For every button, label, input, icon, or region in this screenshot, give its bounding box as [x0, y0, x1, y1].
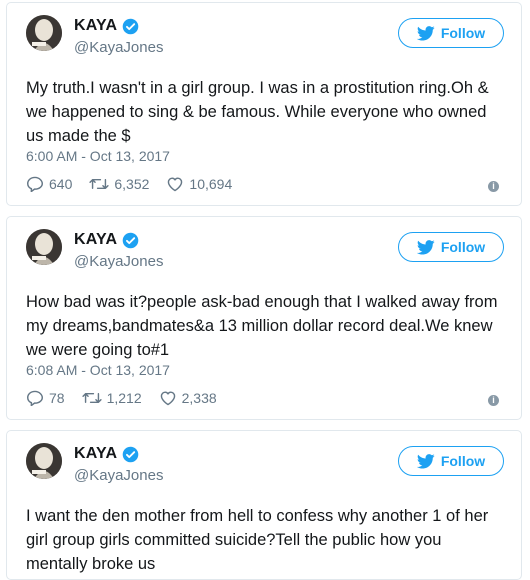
avatar[interactable]	[26, 443, 62, 479]
retweet-count: 6,352	[114, 176, 150, 192]
verified-badge-icon	[122, 232, 139, 248]
follow-label: Follow	[440, 25, 486, 41]
avatar-image	[26, 443, 62, 479]
user-handle[interactable]: @KayaJones	[74, 39, 163, 56]
like-action[interactable]: 2,338	[159, 390, 217, 406]
avatar-image	[26, 15, 62, 51]
avatar-image	[26, 229, 62, 265]
info-icon[interactable]: i	[488, 395, 499, 406]
twitter-bird-icon	[416, 25, 435, 41]
reply-action[interactable]: 78	[26, 390, 65, 406]
display-name[interactable]: KAYA	[74, 17, 117, 35]
retweet-icon	[81, 393, 102, 403]
reply-count: 640	[49, 176, 73, 192]
reply-count: 78	[49, 390, 65, 406]
reply-action[interactable]: 640	[26, 176, 72, 192]
follow-button[interactable]: Follow	[398, 18, 504, 48]
follow-label: Follow	[440, 453, 486, 469]
retweet-action[interactable]: 6,352	[89, 176, 149, 192]
like-count: 10,694	[189, 176, 233, 192]
tweet-text: I want the den mother from hell to confe…	[26, 507, 489, 573]
display-name[interactable]: KAYA	[74, 445, 117, 463]
retweet-icon	[89, 179, 110, 190]
avatar[interactable]	[26, 229, 62, 265]
heart-icon	[160, 391, 175, 406]
retweet-count: 1,212	[106, 390, 142, 406]
timestamp[interactable]: 6:00 AM - Oct 13, 2017	[26, 148, 170, 164]
avatar[interactable]	[26, 15, 62, 51]
twitter-bird-icon	[416, 239, 435, 255]
tweet-text: How bad was it?people ask-bad enough tha…	[26, 293, 498, 359]
user-handle[interactable]: @KayaJones	[74, 467, 163, 484]
tweet-card-2: KAYA @KayaJones Follow How bad was it?pe…	[6, 216, 522, 420]
twitter-bird-icon	[416, 453, 435, 469]
follow-label: Follow	[440, 239, 486, 255]
timestamp[interactable]: 6:08 AM - Oct 13, 2017	[26, 362, 170, 378]
user-handle[interactable]: @KayaJones	[74, 253, 163, 270]
follow-button[interactable]: Follow	[398, 446, 504, 476]
display-name[interactable]: KAYA	[74, 231, 117, 249]
info-icon[interactable]: i	[488, 181, 499, 192]
verified-badge-icon	[122, 446, 139, 462]
tweet-text: My truth.I wasn't in a girl group. I was…	[26, 79, 489, 145]
follow-button[interactable]: Follow	[398, 232, 504, 262]
tweet-card-3: KAYA @KayaJones Follow I want the den mo…	[6, 430, 522, 580]
reply-icon	[26, 176, 44, 192]
tweet-card-1: KAYA @KayaJones Follow My truth.I wasn't…	[6, 2, 522, 206]
verified-badge-icon	[122, 18, 139, 34]
reply-icon	[26, 390, 44, 406]
like-action[interactable]: 10,694	[166, 176, 232, 192]
like-count: 2,338	[181, 390, 217, 406]
retweet-action[interactable]: 1,212	[81, 390, 142, 406]
heart-icon	[168, 177, 183, 192]
